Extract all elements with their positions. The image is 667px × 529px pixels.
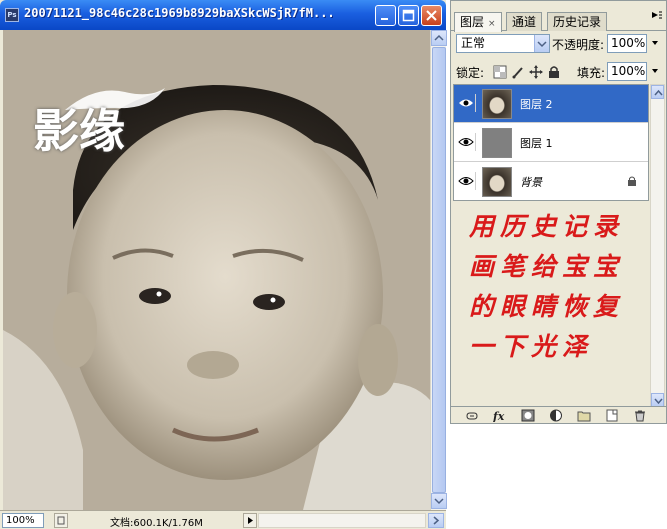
lock-transparency-icon[interactable] xyxy=(493,65,507,79)
eye-icon[interactable] xyxy=(456,94,476,112)
chevron-up-icon xyxy=(434,34,444,41)
annotation-line: 画笔给宝宝 xyxy=(469,252,625,281)
layer-row-2[interactable]: 图层 2 xyxy=(454,85,648,123)
fill-label: 填充: xyxy=(577,66,606,80)
opacity-flyout-icon[interactable] xyxy=(650,35,660,52)
fx-icon[interactable]: fx xyxy=(493,409,507,422)
chevron-down-icon xyxy=(534,35,549,52)
close-icon xyxy=(426,10,437,21)
annotation-line: 一下光泽 xyxy=(469,332,594,361)
tab-channels-label: 通道 xyxy=(512,15,537,29)
lock-icon xyxy=(628,176,636,186)
layers-list: 图层 2 图层 1 背景 xyxy=(453,84,649,201)
minimize-button[interactable] xyxy=(375,5,396,26)
new-layer-icon[interactable] xyxy=(605,409,619,422)
layer-row-1[interactable]: 图层 1 xyxy=(454,124,648,162)
document-info: 文档:600.1K/1.76M xyxy=(110,518,203,529)
image-canvas[interactable]: 影缘 PhotOPS xyxy=(3,30,430,510)
layer-thumbnail xyxy=(482,128,512,158)
chevron-right-icon xyxy=(433,516,440,525)
fill-flyout-icon[interactable] xyxy=(650,63,660,80)
document-title-bar[interactable]: Ps 20071121_98c46c28c1969b8929baXSkcWSjR… xyxy=(0,0,446,30)
scroll-down-button[interactable] xyxy=(431,493,447,509)
scroll-up-button[interactable] xyxy=(431,30,447,46)
scroll-right-button[interactable] xyxy=(428,513,444,528)
svg-text:fx: fx xyxy=(493,410,505,422)
status-popup-button[interactable] xyxy=(243,513,257,528)
folder-icon[interactable] xyxy=(577,409,591,422)
close-button[interactable] xyxy=(421,5,442,26)
eye-icon[interactable] xyxy=(456,133,476,151)
opacity-label: 不透明度: xyxy=(552,38,605,52)
blend-mode-value: 正常 xyxy=(461,36,486,50)
tab-history[interactable]: 历史记录 xyxy=(547,12,608,31)
opacity-field[interactable]: 100% xyxy=(607,34,647,53)
lock-position-icon[interactable] xyxy=(529,65,543,79)
play-icon xyxy=(248,517,253,524)
fill-field[interactable]: 100% xyxy=(607,62,647,81)
chevron-up-icon xyxy=(654,89,663,96)
layer-row-background[interactable]: 背景 xyxy=(454,163,648,200)
logo-text: 影缘 xyxy=(33,104,125,158)
tab-layers[interactable]: 图层 × xyxy=(454,12,502,32)
scroll-thumb[interactable] xyxy=(432,47,446,493)
yingyuan-logo: 影缘 xyxy=(25,80,165,200)
tab-channels[interactable]: 通道 xyxy=(506,12,543,31)
document-title: 20071121_98c46c28c1969b8929baXSkcWSjR7fM… xyxy=(24,6,335,20)
panel-tabs: 图层 × 通道 历史记录 xyxy=(451,9,666,32)
panel-menu-icon[interactable] xyxy=(648,7,664,23)
tab-close-icon[interactable]: × xyxy=(488,19,496,29)
layers-scrollbar[interactable] xyxy=(650,84,665,408)
annotation-line: 的眼睛恢复 xyxy=(469,292,625,321)
zoom-field[interactable]: 100% xyxy=(2,513,44,528)
scroll-up-button[interactable] xyxy=(651,85,664,99)
status-menu-button[interactable] xyxy=(54,513,68,528)
layer-name[interactable]: 背景 xyxy=(520,174,542,190)
layer-thumbnail xyxy=(482,167,512,197)
maximize-button[interactable] xyxy=(398,5,419,26)
link-icon[interactable] xyxy=(465,409,479,422)
trash-icon[interactable] xyxy=(633,409,647,422)
chevron-down-icon xyxy=(434,498,444,505)
layer-thumbnail xyxy=(482,89,512,119)
annotation-line: 用历史记录 xyxy=(469,212,625,241)
navigator-icon xyxy=(57,516,65,525)
maximize-icon xyxy=(402,9,415,22)
lock-label: 锁定: xyxy=(456,66,485,80)
adjustment-icon[interactable] xyxy=(549,409,563,422)
tab-history-label: 历史记录 xyxy=(553,15,602,29)
lock-pixels-icon[interactable] xyxy=(511,65,525,79)
layers-panel: 图层 × 通道 历史记录 正常 不透明度: 100% 锁定: 填充: 100% 图… xyxy=(450,0,667,424)
layer-name[interactable]: 图层 1 xyxy=(520,135,553,151)
scroll-down-button[interactable] xyxy=(651,393,664,407)
lock-all-icon[interactable] xyxy=(547,65,561,79)
tab-layers-label: 图层 xyxy=(460,15,485,29)
document-window: Ps 20071121_98c46c28c1969b8929baXSkcWSjR… xyxy=(0,0,447,529)
layers-bottom-bar: fx xyxy=(451,406,666,423)
layer-name[interactable]: 图层 2 xyxy=(520,96,553,112)
eye-icon[interactable] xyxy=(456,172,476,190)
blend-mode-dropdown[interactable]: 正常 xyxy=(456,34,550,53)
annotation-text: 用历史记录 画笔给宝宝 的眼睛恢复 一下光泽 xyxy=(469,207,649,367)
vertical-scrollbar[interactable] xyxy=(430,30,447,510)
photoshop-app-icon[interactable]: Ps xyxy=(5,8,19,22)
status-bar: 100% 文档:600.1K/1.76M xyxy=(0,510,446,529)
horizontal-scrollbar[interactable] xyxy=(258,513,426,528)
minimize-icon xyxy=(381,18,388,20)
mask-icon[interactable] xyxy=(521,409,535,422)
